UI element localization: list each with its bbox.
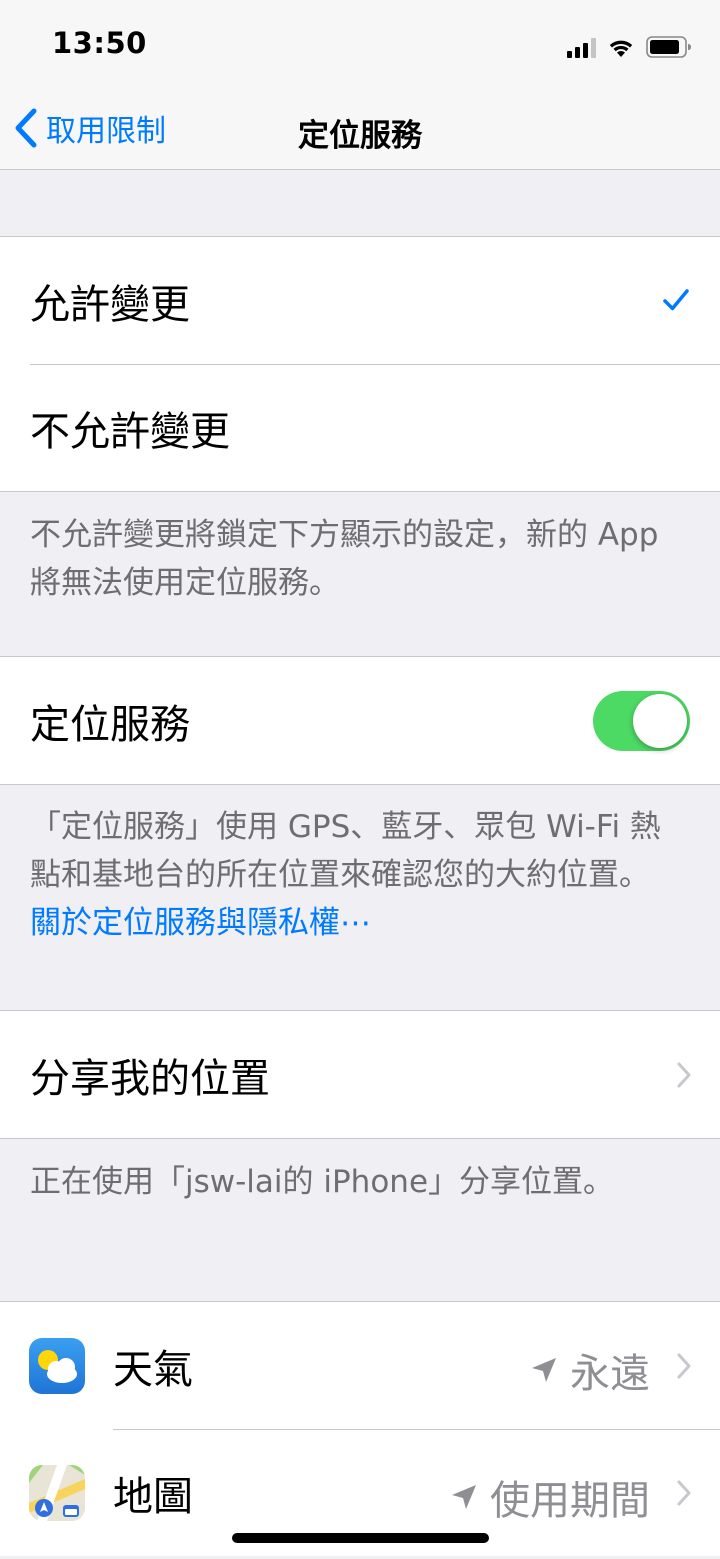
share-location-footer: 正在使用「jsw-lai的 iPhone」分享位置。 — [30, 1164, 615, 1200]
page-title: 定位服務 — [298, 118, 422, 154]
share-my-location-row[interactable]: 分享我的位置 — [0, 1011, 720, 1138]
toggle-knob — [633, 693, 687, 748]
battery-icon — [646, 36, 691, 58]
home-indicator[interactable] — [232, 1533, 489, 1543]
weather-app-icon — [29, 1337, 85, 1394]
wifi-icon — [609, 40, 633, 57]
privacy-link[interactable]: 關於定位服務與隱私權⋯ — [30, 905, 371, 941]
option-label: 不允許變更 — [30, 408, 230, 455]
status-bar: 13:50 — [0, 0, 720, 88]
app-location-permission: 使用期間 — [450, 1468, 650, 1526]
option-label: 允許變更 — [30, 281, 190, 328]
maps-app-icon — [29, 1464, 85, 1521]
app-name: 天氣 — [113, 1346, 193, 1393]
app-permission-value: 永遠 — [570, 1350, 650, 1397]
location-services-toggle[interactable] — [593, 690, 690, 751]
cellular-signal-icon — [567, 38, 596, 58]
checkmark-icon — [663, 288, 689, 310]
app-permission-value: 使用期間 — [490, 1477, 650, 1524]
app-name: 地圖 — [113, 1473, 193, 1520]
navigation-bar: 取用限制 定位服務 — [0, 88, 720, 170]
chevron-right-icon — [677, 1353, 691, 1378]
location-services-row: 定位服務 — [0, 657, 720, 784]
allow-changes-option[interactable]: 允許變更 — [0, 237, 720, 364]
chevron-right-icon — [677, 1480, 691, 1505]
share-location-group: 分享我的位置 — [0, 1010, 720, 1139]
disallow-changes-option[interactable]: 不允許變更 — [0, 364, 720, 491]
change-options-group: 允許變更 不允許變更 — [0, 236, 720, 492]
app-list: 天氣 永遠 地圖 使用期間 — [0, 1301, 720, 1556]
share-my-location-label: 分享我的位置 — [30, 1055, 270, 1102]
location-services-footer: 「定位服務」使用 GPS、藍牙、眾包 Wi-Fi 熱點和基地台的所在位置來確認您… — [30, 803, 690, 947]
location-services-description: 「定位服務」使用 GPS、藍牙、眾包 Wi-Fi 熱點和基地台的所在位置來確認您… — [30, 809, 661, 893]
status-time: 13:50 — [52, 26, 147, 60]
location-arrow-icon — [532, 1357, 556, 1382]
location-services-group: 定位服務 — [0, 656, 720, 785]
app-row-weather[interactable]: 天氣 永遠 — [0, 1302, 720, 1429]
location-services-label: 定位服務 — [30, 701, 190, 748]
app-location-permission: 永遠 — [530, 1341, 650, 1399]
status-icons — [567, 32, 692, 58]
change-options-footer: 不允許變更將鎖定下方顯示的設定，新的 App 將無法使用定位服務。 — [30, 517, 659, 601]
location-arrow-icon — [452, 1484, 476, 1509]
chevron-right-icon — [677, 1062, 691, 1087]
